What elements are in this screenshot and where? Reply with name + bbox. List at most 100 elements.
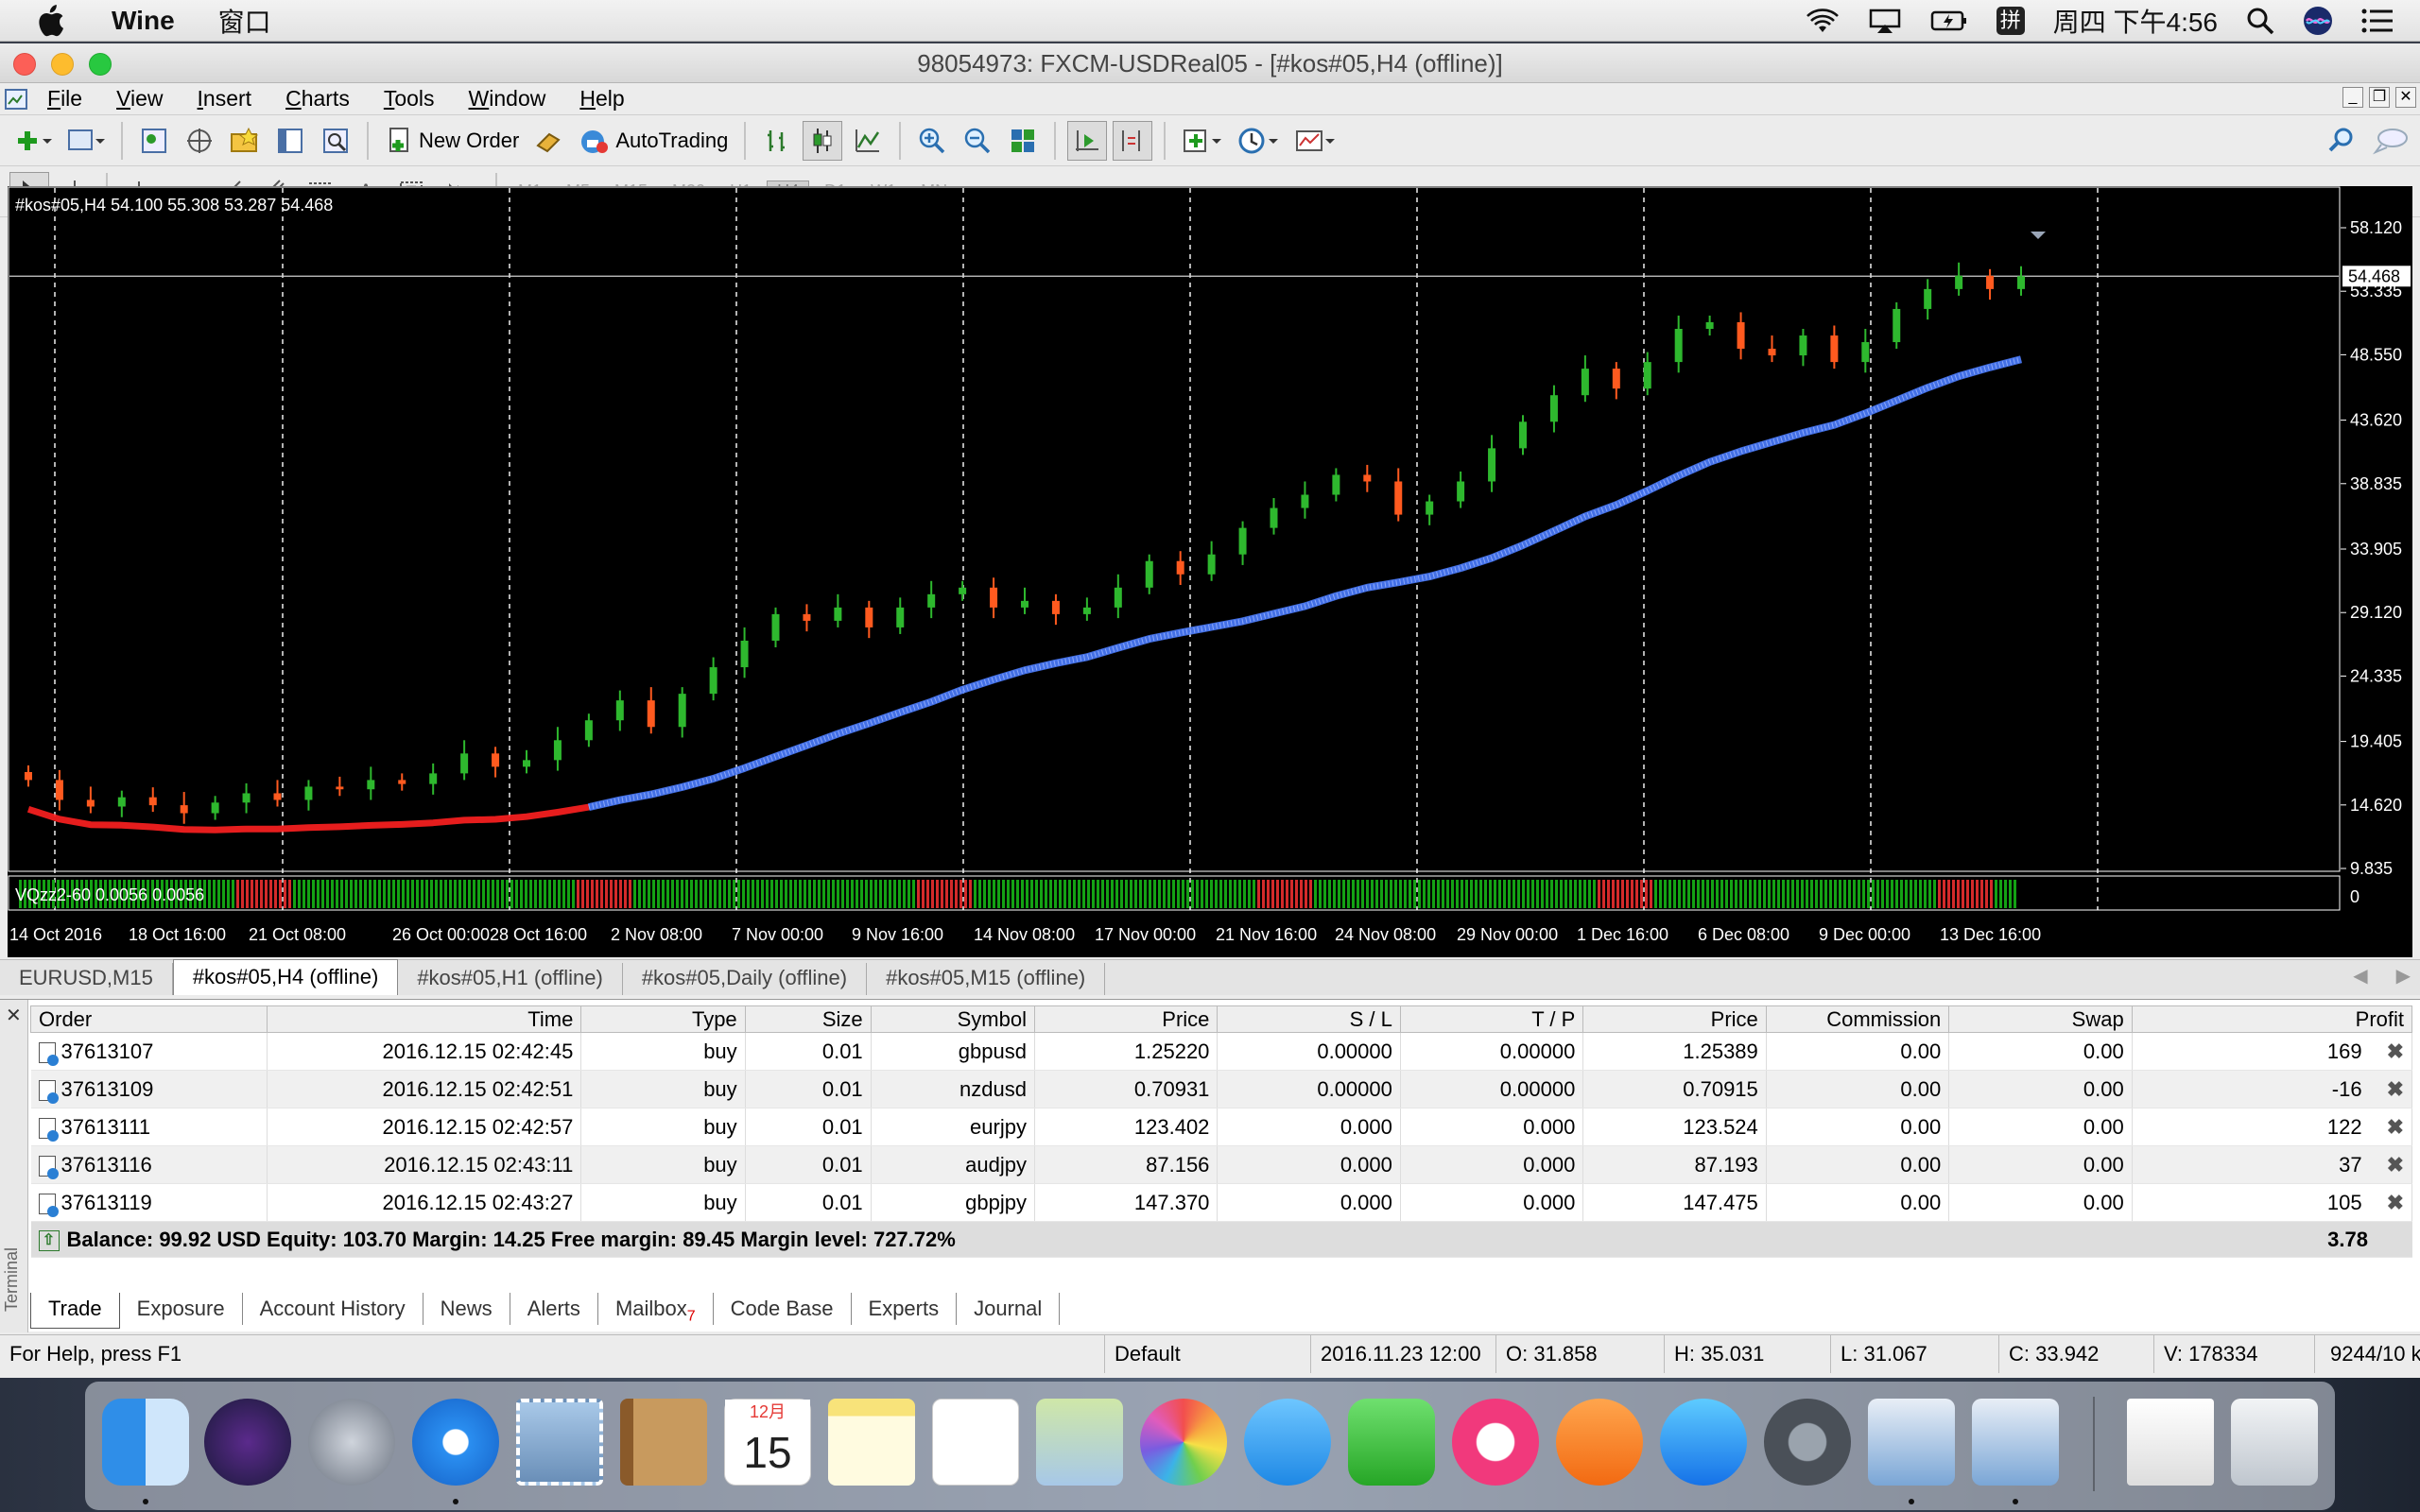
close-window-button[interactable] xyxy=(13,53,36,76)
finder-icon[interactable] xyxy=(102,1399,189,1486)
chart-shift-button[interactable] xyxy=(1113,120,1153,161)
mdi-document-icon[interactable] xyxy=(4,88,30,111)
notes-icon[interactable] xyxy=(828,1399,915,1486)
siri-icon[interactable] xyxy=(2303,6,2333,36)
zoom-window-button[interactable] xyxy=(89,53,112,76)
photos-icon[interactable] xyxy=(1140,1399,1227,1486)
col-sl[interactable]: S / L xyxy=(1217,1005,1401,1033)
autotrading-button[interactable]: AutoTrading xyxy=(575,121,733,161)
contacts-icon[interactable] xyxy=(620,1399,707,1486)
chart-autoscroll-button[interactable] xyxy=(1067,120,1108,161)
reminders-icon[interactable] xyxy=(932,1399,1019,1486)
app-store-icon[interactable] xyxy=(1660,1399,1747,1486)
templates-button[interactable] xyxy=(1290,121,1341,161)
col-order[interactable]: Order xyxy=(30,1005,268,1033)
chart-tab-eurusd-m15[interactable]: EURUSD,M15 xyxy=(0,963,173,995)
tab-mailbox[interactable]: Mailbox7 xyxy=(598,1293,714,1325)
close-order-icon[interactable]: ✖ xyxy=(2387,1115,2404,1139)
wine-mt4-app-icon-2[interactable] xyxy=(1972,1399,2059,1486)
col-price[interactable]: Price xyxy=(1033,1005,1219,1033)
tab-code-base[interactable]: Code Base xyxy=(714,1293,852,1325)
tab-account-history[interactable]: Account History xyxy=(243,1293,424,1325)
documents-stack-icon[interactable] xyxy=(2127,1399,2214,1486)
periods-button[interactable] xyxy=(1234,121,1285,161)
tile-windows-icon[interactable] xyxy=(1003,121,1043,161)
messages-icon[interactable] xyxy=(1244,1399,1331,1486)
col-commission[interactable]: Commission xyxy=(1765,1005,1950,1033)
spotlight-search-icon[interactable] xyxy=(2246,7,2274,35)
menu-file[interactable]: File xyxy=(30,86,99,112)
status-connection[interactable]: 9244/10 kb xyxy=(2314,1335,2420,1373)
col-current-price[interactable]: Price xyxy=(1582,1005,1767,1033)
col-time[interactable]: Time xyxy=(266,1005,582,1033)
menu-view[interactable]: View xyxy=(99,86,180,112)
status-profile[interactable]: Default xyxy=(1104,1335,1310,1373)
terminal-close-icon[interactable]: ✕ xyxy=(6,1004,22,1027)
zoom-in-icon[interactable] xyxy=(912,121,952,161)
menu-tools[interactable]: Tools xyxy=(367,86,452,112)
col-tp[interactable]: T / P xyxy=(1399,1005,1584,1033)
wine-mt4-app-icon[interactable] xyxy=(1868,1399,1955,1486)
table-row[interactable]: 37613107 2016.12.15 02:42:45 buy 0.01 gbpusd… xyxy=(30,1032,2413,1071)
trash-icon[interactable] xyxy=(2231,1399,2318,1486)
tab-scroll-left-icon[interactable]: ◀ xyxy=(2353,964,2367,988)
chart-tab-kos-m15[interactable]: #kos#05,M15 (offline) xyxy=(867,963,1106,995)
tab-scroll-right-icon[interactable]: ▶ xyxy=(2396,964,2411,988)
price-chart[interactable]: 58.120 53.335 48.550 43.620 38.835 33.905 29.1… xyxy=(8,186,2412,957)
col-symbol[interactable]: Symbol xyxy=(870,1005,1035,1033)
notification-center-icon[interactable] xyxy=(2361,9,2394,33)
menu-insert[interactable]: Insert xyxy=(181,86,269,112)
chart-tab-kos-h1[interactable]: #kos#05,H1 (offline) xyxy=(398,963,623,995)
tab-journal[interactable]: Journal xyxy=(957,1293,1061,1325)
mdi-minimize-button[interactable]: _ xyxy=(2342,87,2363,108)
input-method-icon[interactable]: 拼 xyxy=(1996,7,2025,35)
line-chart-button[interactable] xyxy=(848,121,888,161)
app-name[interactable]: Wine xyxy=(112,6,175,36)
launchpad-icon[interactable] xyxy=(308,1399,395,1486)
table-row[interactable]: 37613109 2016.12.15 02:42:51 buy 0.01 nzdusd… xyxy=(30,1070,2413,1108)
meta-editor-icon[interactable] xyxy=(529,121,569,161)
col-profit[interactable]: Profit xyxy=(2131,1005,2413,1033)
facetime-icon[interactable] xyxy=(1348,1399,1435,1486)
tab-exposure[interactable]: Exposure xyxy=(120,1293,243,1325)
window-menu[interactable]: 窗口 xyxy=(218,2,271,40)
chart-canvas[interactable]: 58.12053.33548.55043.62038.83533.90529.1… xyxy=(8,186,2412,957)
siri-app-icon[interactable] xyxy=(204,1399,291,1486)
tab-experts[interactable]: Experts xyxy=(852,1293,958,1325)
profiles-button[interactable] xyxy=(62,121,110,161)
strategy-tester-icon[interactable] xyxy=(316,121,355,161)
wifi-icon[interactable] xyxy=(1806,8,1840,34)
mdi-restore-button[interactable]: ❐ xyxy=(2369,87,2390,108)
menu-window[interactable]: Window xyxy=(452,86,563,112)
system-preferences-icon[interactable] xyxy=(1764,1399,1851,1486)
terminal-icon[interactable] xyxy=(270,121,310,161)
ibooks-icon[interactable] xyxy=(1556,1399,1643,1486)
mail-icon[interactable] xyxy=(516,1399,603,1486)
close-order-icon[interactable]: ✖ xyxy=(2387,1191,2404,1214)
calendar-icon[interactable]: 12月 15 xyxy=(724,1399,811,1486)
candlestick-chart-button[interactable] xyxy=(803,120,843,161)
window-titlebar[interactable]: 98054973: FXCM-USDReal05 - [#kos#05,H4 (… xyxy=(0,43,2420,83)
market-watch-icon[interactable] xyxy=(134,121,174,161)
search-icon[interactable] xyxy=(2322,121,2361,161)
itunes-icon[interactable] xyxy=(1452,1399,1539,1486)
apple-icon[interactable] xyxy=(36,2,74,40)
bar-chart-button[interactable] xyxy=(757,121,797,161)
chat-icon[interactable] xyxy=(2367,121,2414,161)
clock[interactable]: 周四 下午4:56 xyxy=(2053,2,2218,40)
tab-alerts[interactable]: Alerts xyxy=(510,1293,598,1325)
new-order-button[interactable]: New Order xyxy=(380,121,524,161)
col-size[interactable]: Size xyxy=(744,1005,872,1033)
tab-trade[interactable]: Trade xyxy=(30,1293,120,1329)
close-order-icon[interactable]: ✖ xyxy=(2387,1040,2404,1063)
data-window-icon[interactable] xyxy=(180,121,219,161)
menu-charts[interactable]: Charts xyxy=(268,86,367,112)
menu-help[interactable]: Help xyxy=(562,86,641,112)
battery-icon[interactable] xyxy=(1930,9,1968,32)
tab-news[interactable]: News xyxy=(424,1293,510,1325)
indicators-button[interactable] xyxy=(1177,121,1228,161)
safari-icon[interactable] xyxy=(412,1399,499,1486)
mdi-close-button[interactable]: ✕ xyxy=(2395,87,2416,108)
table-row[interactable]: 37613111 2016.12.15 02:42:57 buy 0.01 eurjpy… xyxy=(30,1108,2413,1146)
table-row[interactable]: 37613116 2016.12.15 02:43:11 buy 0.01 audjpy… xyxy=(30,1145,2413,1184)
